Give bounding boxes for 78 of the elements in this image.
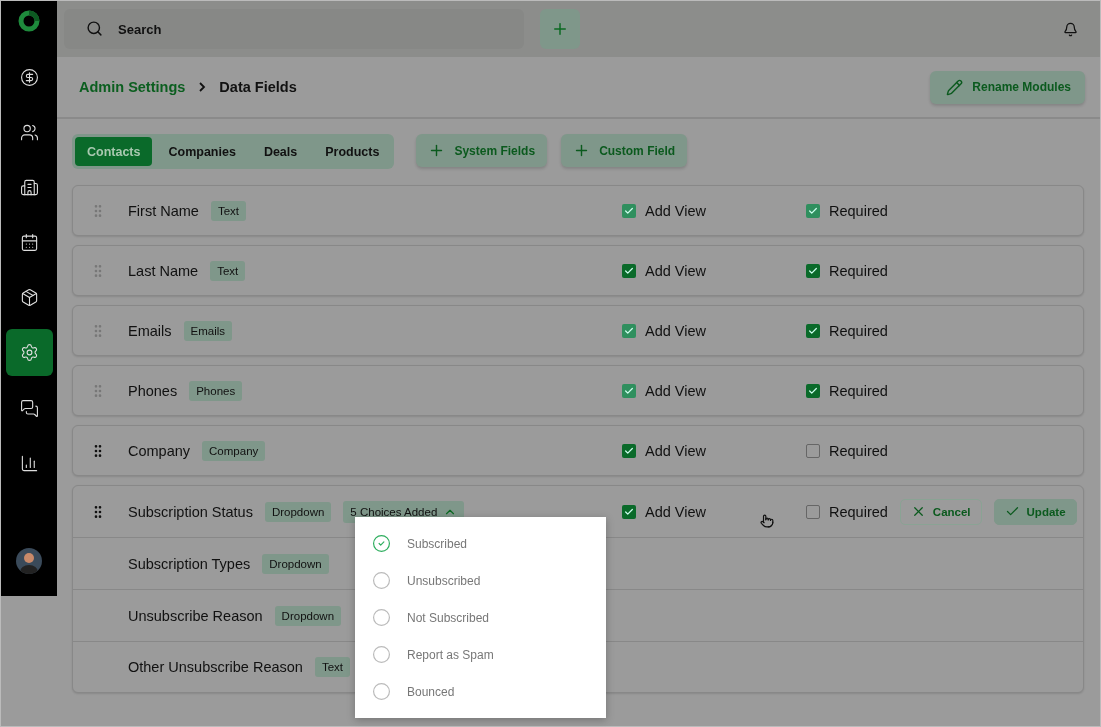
- field-name: Company: [128, 442, 191, 459]
- checkbox-label[interactable]: Add View: [622, 262, 806, 279]
- check-icon: [808, 385, 818, 396]
- module-tab[interactable]: Companies: [156, 137, 248, 166]
- checkbox[interactable]: [622, 443, 636, 458]
- check-icon: [624, 506, 634, 517]
- check-icon: [624, 385, 634, 396]
- field-name: Subscription Status: [128, 503, 253, 520]
- sidebar-item[interactable]: [5, 329, 53, 376]
- page-title: Data Fields: [219, 79, 297, 95]
- calendar-icon: [19, 232, 39, 252]
- checkbox-label[interactable]: Required: [806, 382, 888, 399]
- checkbox[interactable]: [806, 383, 820, 398]
- check-icon: [624, 445, 634, 456]
- choice-option[interactable]: Bounced: [355, 673, 606, 710]
- module-tab[interactable]: Deals: [251, 137, 310, 166]
- check-icon: [808, 205, 818, 216]
- checkbox-label[interactable]: Required: [806, 503, 888, 520]
- checkbox-label[interactable]: Required: [806, 322, 888, 339]
- checkbox-label[interactable]: Required: [806, 442, 888, 459]
- field-type: Dropdown: [274, 605, 342, 626]
- choice-option[interactable]: Not Subscribed: [355, 599, 606, 636]
- circle-icon: [372, 608, 391, 627]
- field-type: Text: [314, 657, 350, 677]
- bell-icon[interactable]: [1063, 21, 1078, 37]
- cancel-button[interactable]: Cancel: [899, 498, 982, 525]
- field-name: Phones: [128, 382, 178, 399]
- settings-icon: [19, 343, 39, 362]
- field-name: Subscription Types: [128, 555, 251, 572]
- field-name: Last Name: [128, 262, 199, 279]
- check-icon: [624, 205, 634, 216]
- module-tab[interactable]: Contacts: [75, 137, 153, 166]
- field-type: Text: [210, 260, 246, 281]
- pointer-cursor-icon: [760, 513, 774, 528]
- check-icon: [808, 325, 818, 336]
- checkbox[interactable]: [622, 263, 636, 278]
- field-name: Other Unsubscribe Reason: [128, 659, 303, 675]
- checkbox[interactable]: [806, 323, 820, 338]
- pencil-icon: [946, 78, 964, 96]
- chevron-right-icon: [197, 81, 208, 93]
- checkbox-label[interactable]: Add View: [622, 503, 806, 520]
- field-type: Emails: [183, 320, 233, 341]
- field-name: Emails: [128, 322, 172, 339]
- field-type: Company: [202, 440, 266, 461]
- field-name: First Name: [128, 202, 199, 219]
- check-icon: [624, 265, 634, 276]
- checkbox-label[interactable]: Required: [806, 262, 888, 279]
- checkbox[interactable]: [806, 443, 820, 458]
- field-name: Unsubscribe Reason: [128, 607, 263, 624]
- choice-option[interactable]: Unsubscribed: [355, 562, 606, 599]
- module-tab[interactable]: Products: [313, 137, 392, 166]
- choice-option[interactable]: Subscribed: [355, 525, 606, 562]
- circle-icon: [372, 682, 391, 701]
- circle-icon: [372, 571, 391, 590]
- checkbox[interactable]: [806, 504, 820, 519]
- building-icon: [19, 177, 39, 197]
- circle-icon: [372, 645, 391, 664]
- check-icon: [808, 265, 818, 276]
- dollar-icon: [19, 67, 39, 87]
- field-type: Text: [210, 200, 246, 221]
- checkbox[interactable]: [622, 504, 636, 519]
- check-circle-icon: [372, 534, 391, 553]
- field-type: Dropdown: [262, 553, 329, 574]
- checkbox-label[interactable]: Add View: [622, 442, 806, 459]
- users-icon: [19, 122, 39, 142]
- check-icon: [624, 325, 634, 336]
- bar-chart-icon: [19, 453, 39, 473]
- search-icon: [86, 20, 103, 37]
- chat-icon: [19, 398, 39, 418]
- package-icon: [19, 287, 39, 307]
- field-type: Phones: [189, 380, 243, 401]
- choice-option[interactable]: Report as Spam: [355, 636, 606, 673]
- logo-icon: [18, 10, 40, 32]
- field-type: Dropdown: [264, 501, 332, 522]
- plus-icon: [551, 20, 569, 38]
- avatar[interactable]: [16, 548, 42, 574]
- checkbox[interactable]: [806, 263, 820, 278]
- search-field[interactable]: Search: [64, 9, 524, 49]
